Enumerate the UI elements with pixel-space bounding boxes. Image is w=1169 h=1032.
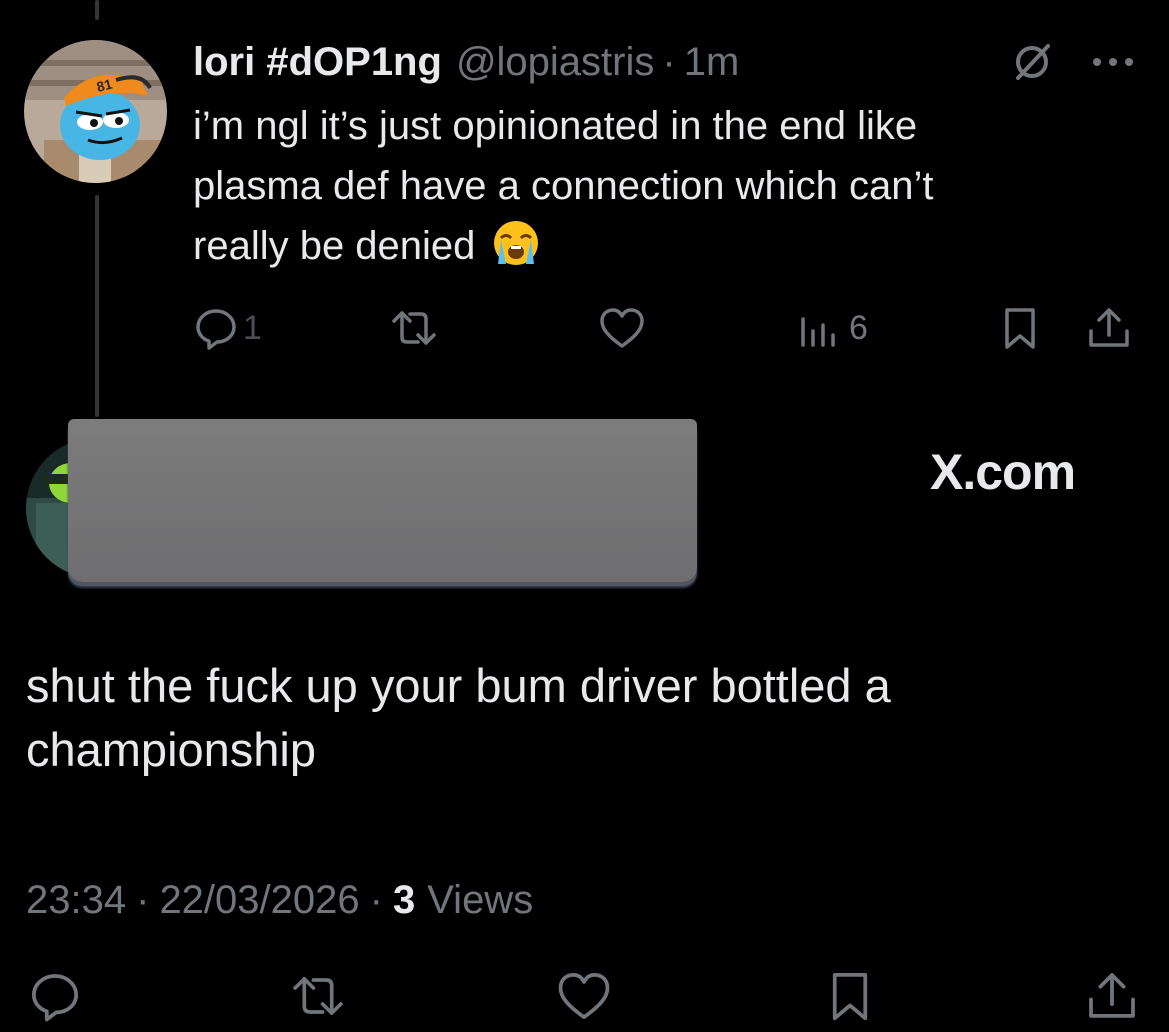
reply-share-action[interactable] (1084, 968, 1140, 1024)
redaction-box (68, 419, 697, 582)
display-name[interactable]: lori #dOP1ng (193, 40, 442, 85)
reply-action-bar (0, 968, 1169, 1028)
reply-views-label[interactable]: Views (427, 878, 533, 923)
like-icon[interactable] (555, 969, 613, 1023)
author-avatar[interactable]: 81 (24, 40, 167, 183)
reply-like-action[interactable] (555, 968, 613, 1024)
tweet-text-line: plasma def have a connection which can’t (193, 164, 934, 208)
meta-separator: · (136, 877, 150, 922)
xcom-watermark: X.com (930, 444, 1076, 500)
tweet-action-bar: 1 6 (193, 300, 1138, 356)
reply-text: shut the fuck up your bum driver bottled… (26, 654, 1136, 782)
bookmark-action[interactable] (998, 300, 1042, 356)
reply-icon[interactable] (28, 969, 82, 1023)
header-separator: · (662, 39, 676, 84)
reply-text-line: championship (26, 723, 317, 776)
bookmark-icon[interactable] (824, 969, 876, 1023)
tweet-text-line: i’m ngl it’s just opinionated in the end… (193, 104, 918, 148)
reply-date[interactable]: 22/03/2026 (159, 878, 359, 923)
share-icon[interactable] (1085, 305, 1133, 351)
avatar-image: 81 (24, 40, 167, 183)
like-action[interactable] (598, 300, 646, 356)
reply-icon[interactable] (193, 305, 239, 351)
tweet-top-actions (1010, 40, 1136, 84)
bookmark-icon[interactable] (998, 305, 1042, 351)
grok-slash-icon[interactable] (1010, 40, 1054, 84)
meta-separator: · (369, 877, 383, 922)
like-icon[interactable] (598, 305, 646, 351)
share-action[interactable] (1085, 300, 1133, 356)
retweet-icon[interactable] (286, 969, 350, 1023)
tweet-time[interactable]: 1m (684, 40, 740, 85)
reply-count: 1 (243, 308, 262, 347)
loudly-crying-face-icon (491, 218, 541, 268)
tweet-text: i’m ngl it’s just opinionated in the end… (193, 96, 1133, 276)
share-icon[interactable] (1084, 969, 1140, 1023)
more-icon[interactable] (1090, 52, 1136, 72)
retweet-icon[interactable] (386, 305, 442, 351)
thread-line-top (95, 0, 99, 20)
tweet-header: lori #dOP1ng @lopiastris · 1m (193, 36, 739, 88)
reply-bookmark-action[interactable] (824, 968, 876, 1024)
retweet-action[interactable] (386, 300, 442, 356)
reply-action[interactable]: 1 (193, 300, 262, 356)
tweet-text-line-content: really be denied (193, 224, 476, 268)
tweet-text-line: really be denied (193, 216, 1133, 276)
views-action[interactable]: 6 (797, 300, 868, 356)
reply-retweet-action[interactable] (286, 968, 350, 1024)
thread-line-connector (95, 195, 99, 417)
reply-time[interactable]: 23:34 (26, 878, 126, 923)
reply-views-count[interactable]: 3 (393, 878, 415, 923)
user-handle[interactable]: @lopiastris (456, 40, 654, 85)
views-count: 6 (849, 308, 868, 347)
reply-meta: 23:34 · 22/03/2026 · 3 Views (26, 872, 533, 928)
views-icon[interactable] (797, 305, 841, 351)
reply-text-line: shut the fuck up your bum driver bottled… (26, 659, 891, 712)
reply-reply-action[interactable] (28, 968, 82, 1024)
